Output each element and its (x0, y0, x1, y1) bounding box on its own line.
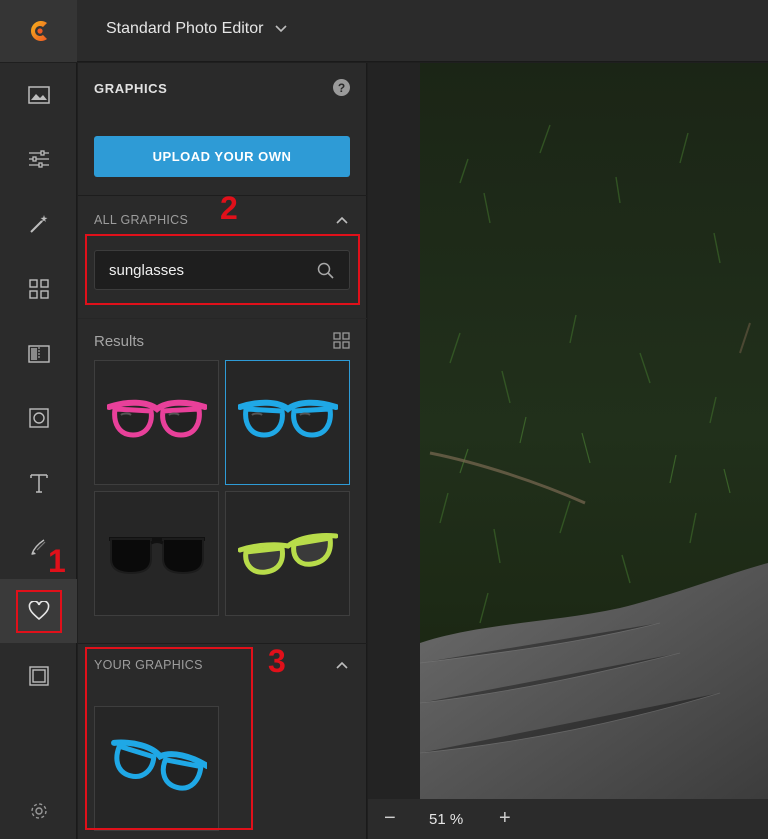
panel-title: GRAPHICS (94, 81, 168, 96)
zoom-bar: − 51 % + (368, 799, 768, 839)
annotation-number-3: 3 (268, 643, 286, 679)
app-title-dropdown[interactable]: Standard Photo Editor (106, 20, 288, 38)
pink-sunglasses-icon (106, 399, 207, 438)
brush-icon (30, 539, 45, 555)
magic-wand-icon (29, 215, 47, 233)
image-icon (27, 86, 50, 104)
tool-rail (0, 63, 77, 839)
rail-item-image[interactable] (0, 63, 77, 127)
chevron-down-icon (275, 25, 288, 33)
result-item-pink-sunglasses[interactable] (94, 360, 219, 485)
black-sunglasses-icon (108, 536, 205, 574)
result-item-black-sunglasses[interactable] (94, 491, 219, 616)
annotation-number-1: 1 (48, 543, 66, 579)
results-label: Results (94, 333, 145, 350)
rail-item-text[interactable] (0, 451, 77, 515)
text-icon (29, 474, 48, 493)
rail-item-textures[interactable] (0, 322, 77, 386)
texture-icon (27, 345, 50, 363)
zoom-level: 51 % (429, 811, 464, 828)
divider (78, 643, 367, 644)
rail-item-frames[interactable] (0, 386, 77, 450)
border-icon (28, 666, 49, 686)
help-icon[interactable]: ? (333, 79, 350, 96)
chevron-up-icon[interactable] (336, 216, 348, 224)
upload-your-own-button[interactable]: UPLOAD YOUR OWN (94, 136, 350, 177)
gear-icon (30, 803, 47, 819)
rail-item-settings[interactable] (0, 779, 77, 839)
sliders-icon (28, 150, 49, 168)
annotation-box-1 (16, 590, 62, 633)
rail-item-adjust[interactable] (0, 127, 77, 191)
annotation-box-3 (85, 647, 253, 830)
result-item-lime-glasses[interactable] (225, 491, 350, 616)
rail-item-layouts[interactable] (0, 257, 77, 321)
frame-icon (28, 408, 49, 428)
result-item-blue-sunglasses[interactable] (225, 360, 350, 485)
zoom-in-button[interactable]: + (499, 807, 511, 830)
photo-canvas[interactable] (420, 63, 768, 799)
chevron-up-icon[interactable] (336, 661, 348, 669)
rail-item-borders[interactable] (0, 644, 77, 708)
blue-sunglasses-icon (237, 399, 338, 438)
lime-glasses-icon (237, 532, 338, 575)
all-graphics-heading: ALL GRAPHICS (94, 213, 189, 227)
zoom-out-button[interactable]: − (384, 807, 396, 830)
grid-view-icon[interactable] (333, 332, 350, 349)
app-title: Standard Photo Editor (106, 20, 264, 37)
annotation-box-2 (85, 234, 360, 305)
editor-logo-icon[interactable] (0, 0, 77, 62)
grid-icon (28, 279, 49, 299)
rail-item-effects[interactable] (0, 192, 77, 256)
divider (78, 318, 367, 319)
top-bar: Standard Photo Editor (0, 0, 768, 62)
annotation-number-2: 2 (220, 190, 238, 226)
